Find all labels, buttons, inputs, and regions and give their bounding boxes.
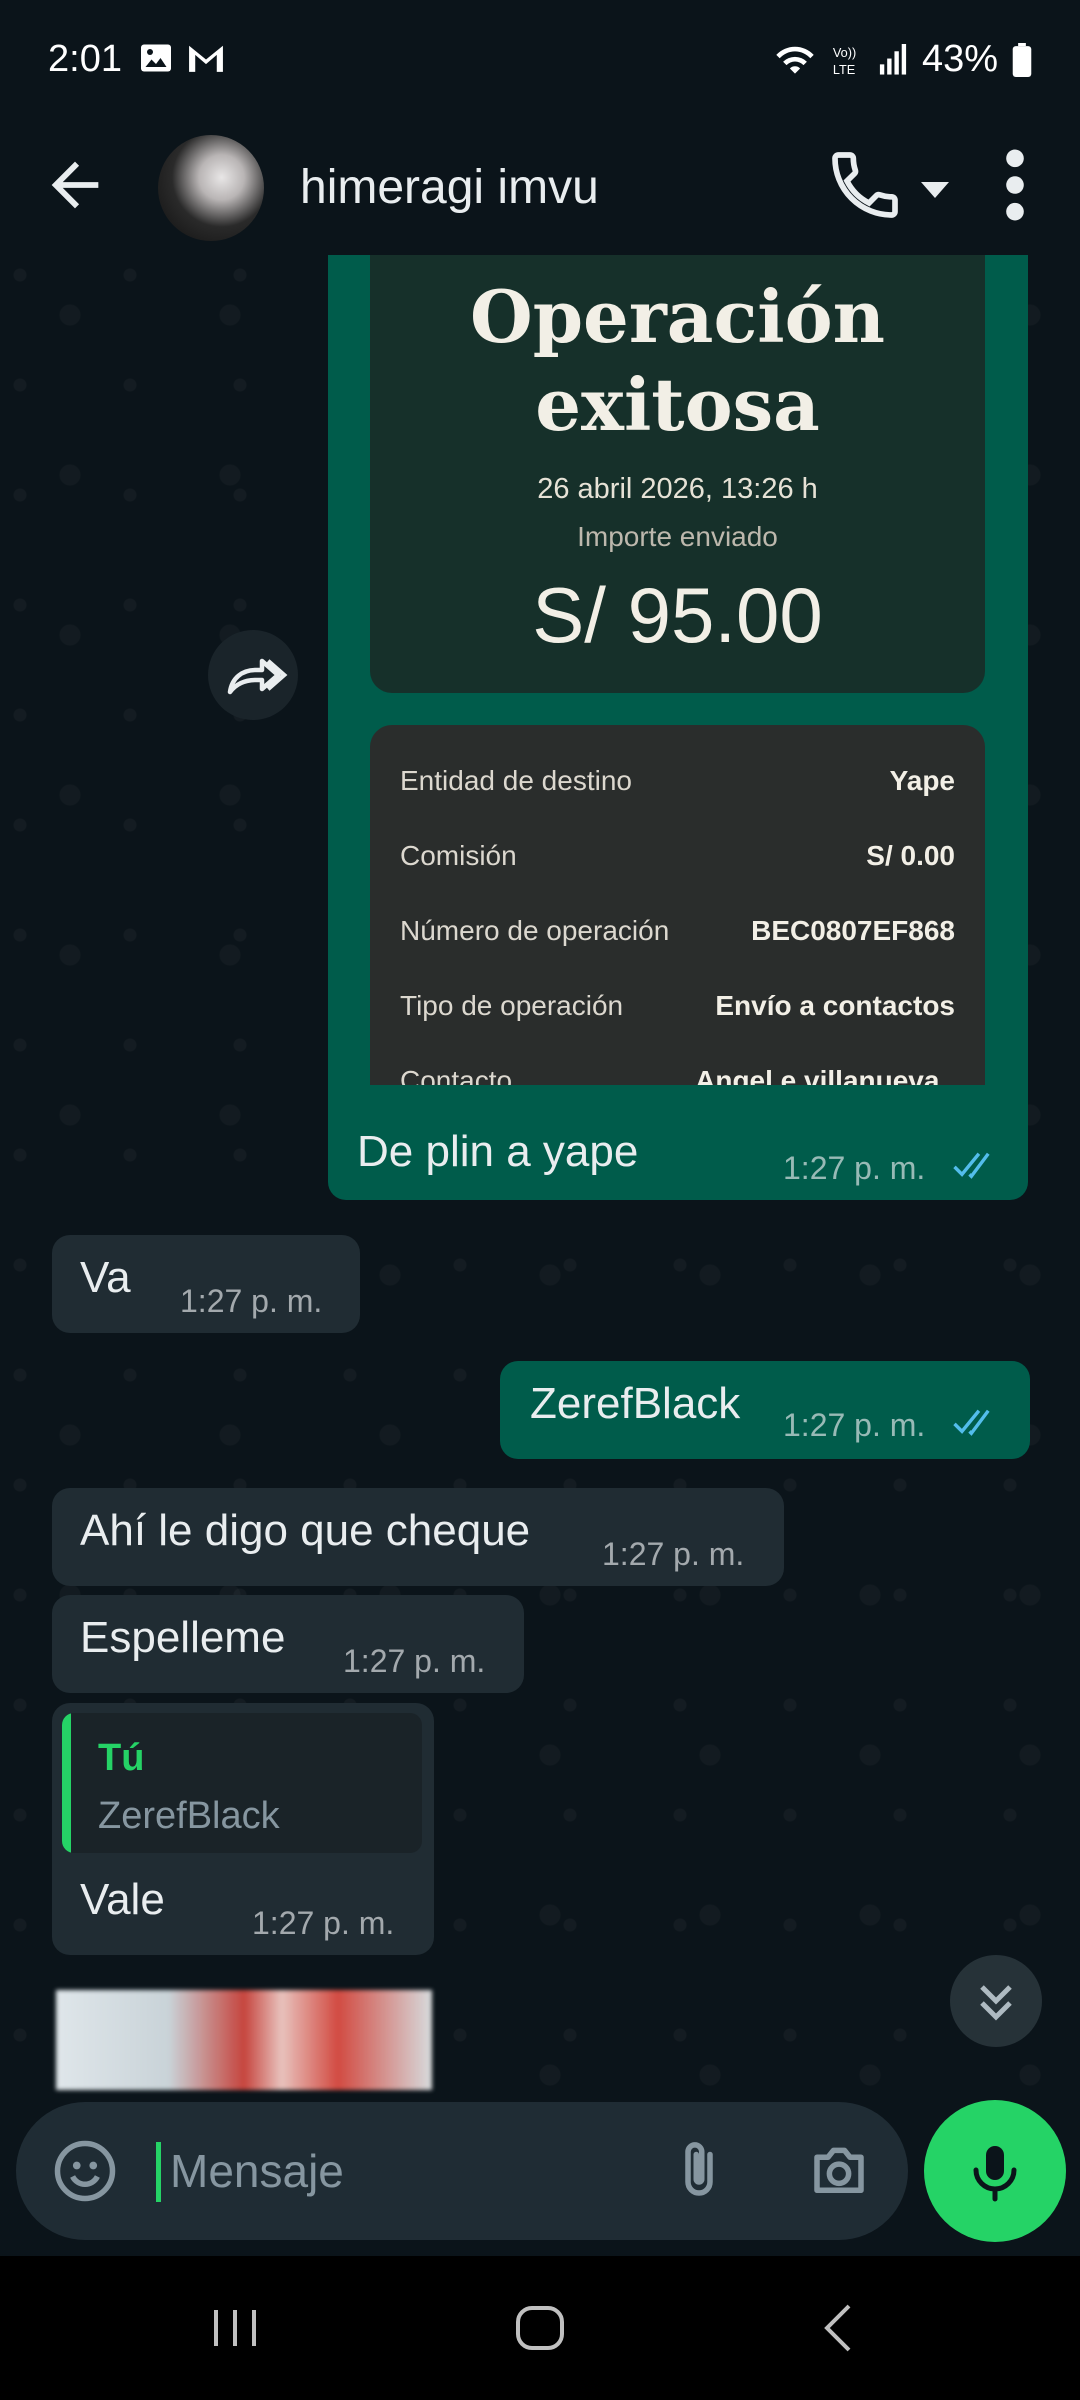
receipt-amount: S/ 95.00 xyxy=(532,571,823,659)
message-text: Ahí le digo que cheque xyxy=(80,1506,531,1555)
read-ticks-icon xyxy=(953,1152,990,1179)
receipt-row-value: Angel e villanueva , xyxy=(695,1065,955,1085)
quote-accent-bar xyxy=(62,1713,71,1853)
avatar[interactable] xyxy=(158,135,264,241)
volte-icon: Vo)) LTE xyxy=(833,45,856,77)
forward-button[interactable] xyxy=(208,630,298,720)
back-arrow-icon[interactable] xyxy=(40,150,110,220)
sticker-emoji-icon[interactable] xyxy=(52,2138,118,2204)
wifi-icon xyxy=(776,46,814,74)
battery-icon xyxy=(1012,42,1032,77)
message-time: 1:27 p. m. xyxy=(252,1905,395,1941)
text-cursor xyxy=(156,2142,161,2202)
back-icon[interactable] xyxy=(805,2298,875,2358)
message-text: Vale xyxy=(80,1875,165,1924)
chat-area[interactable]: Operación exitosa 26 abril 2026, 13:26 h… xyxy=(0,255,1080,2105)
receipt-row-label: Contacto xyxy=(400,1065,513,1085)
image-message-preview[interactable] xyxy=(56,1990,432,2090)
receipt-image-header[interactable]: Operación exitosa 26 abril 2026, 13:26 h… xyxy=(370,255,985,693)
quote-text: ZerefBlack xyxy=(98,1795,280,1837)
receipt-amount-label: Importe enviado xyxy=(577,521,778,552)
message-time: 1:27 p. m. xyxy=(343,1643,486,1679)
message-time: 1:27 p. m. xyxy=(602,1536,745,1572)
signal-icon xyxy=(879,43,907,75)
status-time: 2:01 xyxy=(48,38,122,80)
message-time: 1:27 p. m. xyxy=(783,1407,926,1443)
microphone-icon xyxy=(973,2146,1017,2202)
receipt-details-card[interactable]: Entidad de destino Yape Comisión S/ 0.00… xyxy=(370,725,985,1085)
scroll-to-bottom-button[interactable] xyxy=(950,1955,1042,2047)
notification-icons xyxy=(138,40,226,76)
attach-icon[interactable] xyxy=(666,2138,732,2204)
message-text: ZerefBlack xyxy=(530,1379,741,1428)
recent-apps-icon[interactable] xyxy=(200,2298,270,2358)
chat-header: himeragi imvu xyxy=(0,120,1080,256)
quoted-message[interactable]: Tú ZerefBlack xyxy=(62,1713,422,1853)
battery-percent: 43% xyxy=(921,38,998,80)
message-text: Va xyxy=(80,1253,131,1302)
double-chevron-down-icon xyxy=(980,1985,1012,2021)
receipt-row-value: BEC0807EF868 xyxy=(751,915,955,946)
more-vert-icon[interactable] xyxy=(1000,145,1030,225)
message-time: 1:27 p. m. xyxy=(783,1150,926,1186)
status-bar: 2:01 Vo)) LTE 43% xyxy=(0,0,1080,120)
receipt-row-label: Tipo de operación xyxy=(400,990,624,1021)
receipt-title-line1: Operación xyxy=(469,274,886,359)
message-composer: Mensaje xyxy=(16,2102,908,2240)
receipt-row-label: Comisión xyxy=(400,840,517,871)
caret-down-icon[interactable] xyxy=(915,158,955,218)
message-time: 1:27 p. m. xyxy=(180,1283,323,1319)
camera-icon[interactable] xyxy=(806,2138,872,2204)
read-ticks-icon xyxy=(953,1409,990,1436)
gallery-icon xyxy=(141,44,171,72)
svg-text:LTE: LTE xyxy=(833,62,855,77)
receipt-row: Número de operación BEC0807EF868 xyxy=(400,915,955,965)
receipt-row-value: S/ 0.00 xyxy=(866,840,955,871)
svg-text:Vo)): Vo)) xyxy=(833,45,856,60)
receipt-title: Operación exitosa xyxy=(370,273,985,449)
receipt-row: Tipo de operación Envío a contactos xyxy=(400,990,955,1040)
receipt-row-label: Entidad de destino xyxy=(400,765,632,796)
status-right: Vo)) LTE 43% xyxy=(774,38,1032,81)
forward-icon xyxy=(227,658,288,695)
receipt-datetime: 26 abril 2026, 13:26 h xyxy=(537,473,818,505)
gmail-icon xyxy=(189,45,223,72)
voice-message-button[interactable] xyxy=(924,2100,1066,2242)
message-text: De plin a yape xyxy=(357,1127,639,1176)
receipt-row-value: Envío a contactos xyxy=(715,990,955,1021)
receipt-row: Comisión S/ 0.00 xyxy=(400,840,955,890)
receipt-row: Entidad de destino Yape xyxy=(400,765,955,815)
message-text: Espelleme xyxy=(80,1613,286,1662)
home-icon[interactable] xyxy=(505,2298,575,2358)
contact-name[interactable]: himeragi imvu xyxy=(300,160,599,215)
quote-author: Tú xyxy=(98,1737,145,1779)
message-input[interactable]: Mensaje xyxy=(170,2144,344,2198)
receipt-row-value: Yape xyxy=(889,765,955,796)
phone-icon[interactable] xyxy=(825,145,905,225)
receipt-title-line2: exitosa xyxy=(535,362,820,447)
system-nav-bar xyxy=(0,2256,1080,2400)
receipt-row-label: Número de operación xyxy=(400,915,670,946)
receipt-row: Contacto Angel e villanueva , xyxy=(400,1065,955,1085)
